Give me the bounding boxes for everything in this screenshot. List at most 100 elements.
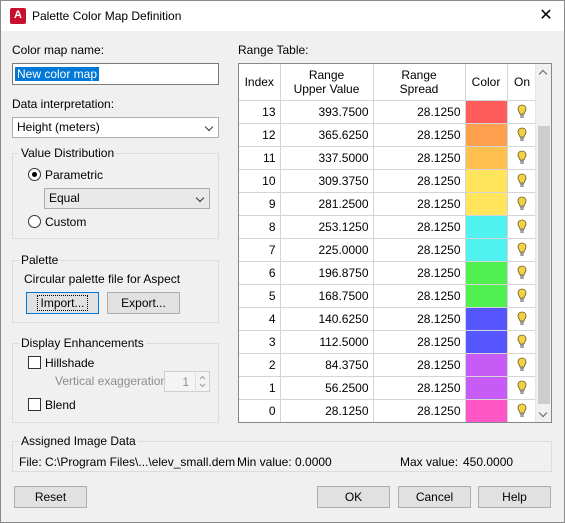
row-upper-value[interactable]: 196.8750 <box>280 261 374 285</box>
row-color-cell[interactable] <box>465 146 508 170</box>
color-swatch[interactable] <box>465 146 507 169</box>
lightbulb-icon[interactable] <box>517 288 527 304</box>
range-table[interactable]: Index Range Upper Value Range Spread Col… <box>238 63 552 423</box>
color-swatch[interactable] <box>465 123 507 146</box>
table-row[interactable]: 12 365.6250 28.1250 <box>239 123 538 147</box>
row-color-cell[interactable] <box>465 307 508 331</box>
color-swatch[interactable] <box>465 307 507 330</box>
row-upper-value[interactable]: 365.6250 <box>280 123 374 147</box>
row-on-cell[interactable] <box>507 238 538 262</box>
row-on-cell[interactable] <box>507 100 538 124</box>
header-upper-value[interactable]: Range Upper Value <box>280 64 374 101</box>
color-swatch[interactable] <box>465 261 507 284</box>
table-row[interactable]: 4 140.6250 28.1250 <box>239 307 538 331</box>
hillshade-checkbox[interactable] <box>28 356 41 369</box>
color-swatch[interactable] <box>465 169 507 192</box>
row-color-cell[interactable] <box>465 192 508 216</box>
table-row[interactable]: 13 393.7500 28.1250 <box>239 100 538 124</box>
row-on-cell[interactable] <box>507 123 538 147</box>
color-swatch[interactable] <box>465 330 507 353</box>
ok-button[interactable]: OK <box>317 486 390 508</box>
row-spread[interactable]: 28.1250 <box>373 307 466 331</box>
row-color-cell[interactable] <box>465 284 508 308</box>
row-upper-value[interactable]: 112.5000 <box>280 330 374 354</box>
row-spread[interactable]: 28.1250 <box>373 261 466 285</box>
row-spread[interactable]: 28.1250 <box>373 353 466 377</box>
lightbulb-icon[interactable] <box>517 311 527 327</box>
spinner-arrows[interactable] <box>195 373 208 390</box>
color-swatch[interactable] <box>465 376 507 399</box>
row-on-cell[interactable] <box>507 307 538 331</box>
header-index[interactable]: Index <box>239 64 281 101</box>
row-color-cell[interactable] <box>465 169 508 193</box>
vertical-exaggeration-spinner[interactable]: 1 <box>164 371 210 392</box>
header-on[interactable]: On <box>507 64 538 101</box>
table-row[interactable]: 8 253.1250 28.1250 <box>239 215 538 239</box>
row-color-cell[interactable] <box>465 261 508 285</box>
cancel-button[interactable]: Cancel <box>398 486 471 508</box>
row-spread[interactable]: 28.1250 <box>373 192 466 216</box>
table-row[interactable]: 2 84.3750 28.1250 <box>239 353 538 377</box>
lightbulb-icon[interactable] <box>517 150 527 166</box>
row-spread[interactable]: 28.1250 <box>373 169 466 193</box>
row-color-cell[interactable] <box>465 238 508 262</box>
row-spread[interactable]: 28.1250 <box>373 330 466 354</box>
close-button[interactable]: ✕ <box>528 1 564 31</box>
row-spread[interactable]: 28.1250 <box>373 146 466 170</box>
row-upper-value[interactable]: 253.1250 <box>280 215 374 239</box>
table-row[interactable]: 1 56.2500 28.1250 <box>239 376 538 400</box>
reset-button[interactable]: Reset <box>14 486 87 508</box>
row-upper-value[interactable]: 168.7500 <box>280 284 374 308</box>
blend-checkbox[interactable] <box>28 398 41 411</box>
row-upper-value[interactable]: 393.7500 <box>280 100 374 124</box>
row-on-cell[interactable] <box>507 169 538 193</box>
row-upper-value[interactable]: 225.0000 <box>280 238 374 262</box>
row-upper-value[interactable]: 56.2500 <box>280 376 374 400</box>
parametric-radio[interactable] <box>28 168 41 181</box>
table-scrollbar[interactable] <box>535 64 551 422</box>
row-on-cell[interactable] <box>507 215 538 239</box>
lightbulb-icon[interactable] <box>517 380 527 396</box>
lightbulb-icon[interactable] <box>517 127 527 143</box>
header-spread[interactable]: Range Spread <box>373 64 466 101</box>
import-button[interactable]: Import... <box>26 292 99 314</box>
color-swatch[interactable] <box>465 284 507 307</box>
row-color-cell[interactable] <box>465 376 508 400</box>
row-on-cell[interactable] <box>507 399 538 422</box>
lightbulb-icon[interactable] <box>517 104 527 120</box>
row-on-cell[interactable] <box>507 192 538 216</box>
lightbulb-icon[interactable] <box>517 196 527 212</box>
color-swatch[interactable] <box>465 215 507 238</box>
table-row[interactable]: 10 309.3750 28.1250 <box>239 169 538 193</box>
lightbulb-icon[interactable] <box>517 357 527 373</box>
header-color[interactable]: Color <box>465 64 508 101</box>
row-on-cell[interactable] <box>507 284 538 308</box>
row-upper-value[interactable]: 281.2500 <box>280 192 374 216</box>
export-button[interactable]: Export... <box>107 292 180 314</box>
row-color-cell[interactable] <box>465 215 508 239</box>
color-swatch[interactable] <box>465 192 507 215</box>
data-interpretation-select[interactable]: Height (meters) <box>12 117 219 138</box>
row-color-cell[interactable] <box>465 100 508 124</box>
table-row[interactable]: 7 225.0000 28.1250 <box>239 238 538 262</box>
row-on-cell[interactable] <box>507 353 538 377</box>
row-upper-value[interactable]: 28.1250 <box>280 399 374 422</box>
table-row[interactable]: 3 112.5000 28.1250 <box>239 330 538 354</box>
lightbulb-icon[interactable] <box>517 219 527 235</box>
scroll-thumb[interactable] <box>538 126 550 404</box>
row-spread[interactable]: 28.1250 <box>373 399 466 422</box>
row-spread[interactable]: 28.1250 <box>373 238 466 262</box>
row-color-cell[interactable] <box>465 123 508 147</box>
color-swatch[interactable] <box>465 238 507 261</box>
table-row[interactable]: 6 196.8750 28.1250 <box>239 261 538 285</box>
row-color-cell[interactable] <box>465 330 508 354</box>
lightbulb-icon[interactable] <box>517 403 527 419</box>
row-spread[interactable]: 28.1250 <box>373 284 466 308</box>
row-upper-value[interactable]: 337.5000 <box>280 146 374 170</box>
row-upper-value[interactable]: 140.6250 <box>280 307 374 331</box>
help-button[interactable]: Help <box>478 486 551 508</box>
color-map-name-field[interactable]: New color map <box>12 63 219 85</box>
lightbulb-icon[interactable] <box>517 334 527 350</box>
row-upper-value[interactable]: 84.3750 <box>280 353 374 377</box>
row-on-cell[interactable] <box>507 261 538 285</box>
